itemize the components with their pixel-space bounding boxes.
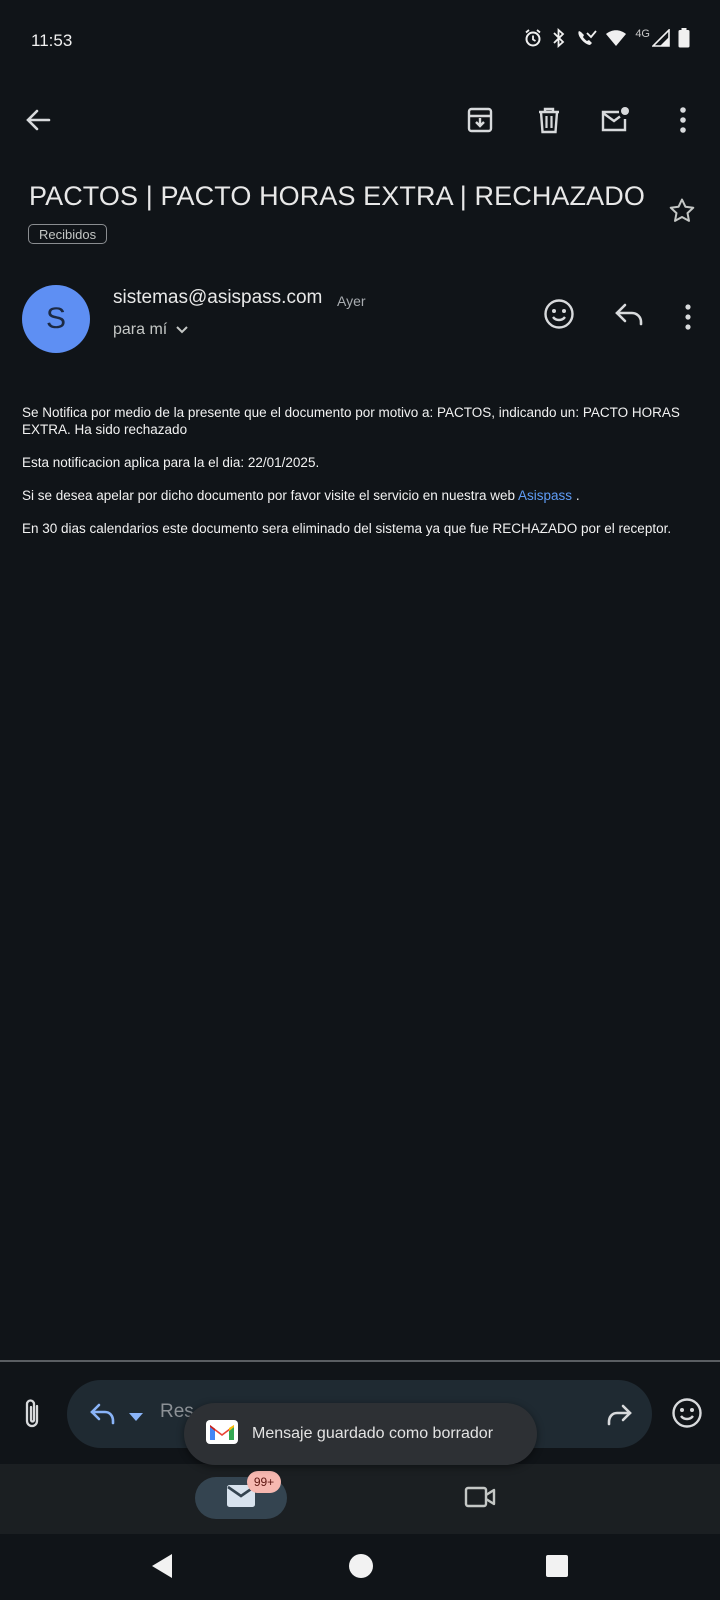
bluetooth-icon bbox=[551, 28, 567, 48]
snackbar-message: Mensaje guardado como borrador bbox=[252, 1425, 494, 1442]
nav-meet-tab[interactable] bbox=[464, 1485, 496, 1514]
received-time: Ayer bbox=[337, 293, 366, 309]
reply-icon bbox=[614, 303, 644, 330]
system-home-button[interactable] bbox=[348, 1553, 374, 1584]
caret-down-icon bbox=[128, 1409, 144, 1426]
status-icons: 4G bbox=[523, 28, 690, 48]
body-text: . bbox=[572, 487, 580, 503]
triangle-back-icon bbox=[150, 1554, 174, 1583]
reply-divider bbox=[0, 1360, 720, 1362]
emoji-icon bbox=[543, 299, 575, 334]
email-subject: PACTOS | PACTO HORAS EXTRA | RECHAZADO bbox=[29, 181, 645, 211]
forward-button[interactable] bbox=[605, 1403, 633, 1432]
add-reaction-button[interactable] bbox=[543, 298, 575, 335]
email-view-screen: 11:53 4G PACTOS | PACTO HORAS EXTRA | RE… bbox=[0, 0, 720, 1600]
reply-type-button[interactable] bbox=[89, 1402, 117, 1431]
more-vert-icon bbox=[684, 304, 692, 334]
more-vert-icon bbox=[679, 106, 687, 138]
network-type-label: 4G bbox=[635, 28, 650, 40]
emoji-reaction-button[interactable] bbox=[671, 1397, 703, 1434]
archive-button[interactable] bbox=[462, 104, 498, 140]
mark-unread-button[interactable] bbox=[598, 104, 634, 140]
body-text: Si se desea apelar por dicho documento p… bbox=[22, 487, 519, 503]
wifi-icon bbox=[605, 29, 627, 47]
square-recents-icon bbox=[546, 1555, 568, 1581]
unread-count-badge: 99+ bbox=[247, 1471, 281, 1493]
sender-address[interactable]: sistemas@asispass.com bbox=[113, 287, 322, 309]
system-recents-button[interactable] bbox=[546, 1555, 568, 1582]
body-paragraph: Si se desea apelar por dicho documento p… bbox=[22, 488, 697, 505]
reply-button[interactable] bbox=[614, 302, 644, 331]
mark-unread-icon bbox=[600, 106, 632, 139]
delete-icon bbox=[535, 106, 563, 139]
system-back-button[interactable] bbox=[150, 1553, 174, 1584]
signal-icon bbox=[652, 29, 670, 47]
gmail-logo-icon bbox=[206, 1419, 238, 1449]
inbox-label-chip[interactable]: Recibidos bbox=[28, 224, 108, 244]
sender-avatar[interactable]: S bbox=[22, 285, 90, 353]
body-paragraph: Se Notifica por medio de la presente que… bbox=[22, 405, 680, 437]
more-options-button[interactable] bbox=[665, 104, 701, 140]
alarm-icon bbox=[523, 28, 543, 48]
delete-button[interactable] bbox=[531, 104, 567, 140]
body-paragraph: Esta notificacion aplica para la el dia:… bbox=[22, 454, 320, 470]
snackbar-toast: Mensaje guardado como borrador bbox=[184, 1403, 537, 1465]
email-body: Se Notifica por medio de la presente que… bbox=[22, 405, 697, 554]
battery-icon bbox=[678, 28, 690, 48]
attach-button[interactable] bbox=[20, 1397, 44, 1436]
video-camera-icon bbox=[464, 1486, 496, 1513]
chevron-down-icon bbox=[175, 321, 189, 339]
back-button[interactable] bbox=[20, 104, 56, 140]
body-paragraph: En 30 dias calendarios este documento se… bbox=[22, 520, 672, 536]
bottom-navigation bbox=[0, 1464, 720, 1534]
attachment-icon bbox=[20, 1399, 44, 1435]
status-time: 11:53 bbox=[31, 31, 73, 50]
asispass-link[interactable]: Asispass bbox=[518, 488, 572, 503]
recipient-details-toggle[interactable]: para mí bbox=[113, 321, 189, 339]
star-icon bbox=[668, 198, 696, 229]
reply-type-dropdown[interactable] bbox=[128, 1409, 144, 1427]
message-more-button[interactable] bbox=[684, 304, 692, 335]
forward-icon bbox=[605, 1404, 633, 1431]
reply-icon bbox=[89, 1403, 117, 1430]
circle-home-icon bbox=[348, 1554, 374, 1583]
recipient-label: para mí bbox=[113, 321, 168, 338]
wifi-call-icon bbox=[575, 28, 598, 48]
back-arrow-icon bbox=[24, 106, 52, 139]
emoji-icon bbox=[671, 1398, 703, 1433]
archive-icon bbox=[466, 106, 494, 139]
star-button[interactable] bbox=[668, 197, 696, 230]
